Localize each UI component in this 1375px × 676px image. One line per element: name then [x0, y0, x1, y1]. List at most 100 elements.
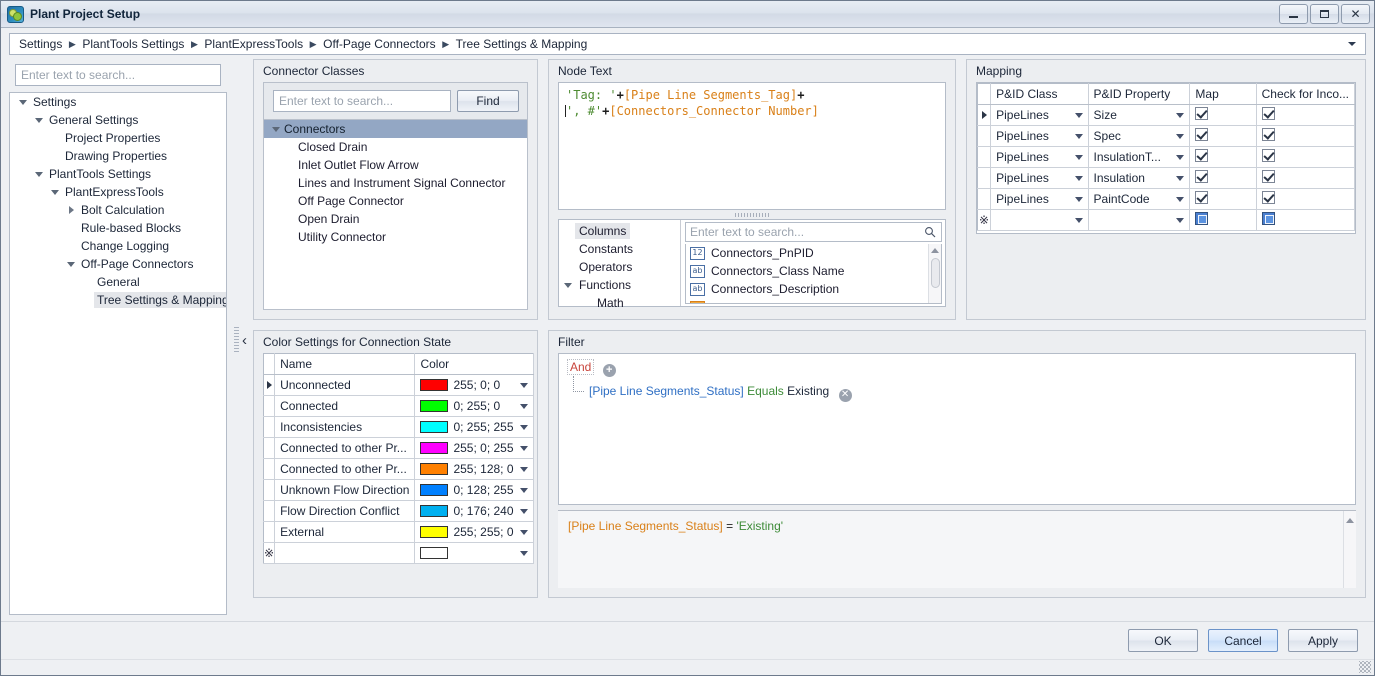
close-button[interactable]: ✕	[1341, 4, 1370, 24]
chevron-down-icon[interactable]	[1176, 133, 1185, 139]
breadcrumb-dropdown-button[interactable]	[1343, 34, 1361, 54]
connector-classes-list[interactable]: Connectors Closed Drain Inlet Outlet Flo…	[264, 119, 527, 309]
add-condition-icon[interactable]: +	[602, 364, 616, 377]
table-row[interactable]: Unknown Flow Direction 0; 128; 255	[263, 479, 534, 501]
chevron-right-icon[interactable]	[68, 206, 74, 214]
mapping-row-selector[interactable]	[977, 167, 992, 189]
mapping-cell-check[interactable]	[1256, 146, 1355, 168]
expression-field-item-partial[interactable]	[686, 298, 941, 303]
chevron-down-icon[interactable]	[1074, 175, 1083, 181]
scrollbar-thumb[interactable]	[930, 258, 940, 288]
mapping-cell-check[interactable]	[1256, 167, 1355, 189]
color-row-selector[interactable]	[263, 374, 276, 396]
color-row-selector[interactable]	[263, 458, 276, 480]
tree-twisty[interactable]	[48, 189, 62, 195]
sidebar-item-rule-based-blocks[interactable]: Rule-based Blocks	[10, 219, 226, 237]
sidebar-item-planttools-settings[interactable]: PlantTools Settings	[10, 165, 226, 183]
mapping-cell-map[interactable]	[1189, 104, 1257, 126]
chevron-down-icon[interactable]	[1176, 217, 1185, 223]
chevron-down-icon[interactable]	[1176, 154, 1185, 160]
color-cell-color[interactable]: 255; 0; 255	[414, 437, 534, 459]
check-inconsistency-checkbox[interactable]	[1261, 191, 1275, 204]
mapping-col-map[interactable]: Map	[1189, 83, 1257, 105]
check-inconsistency-checkbox[interactable]	[1261, 170, 1275, 183]
chevron-down-icon[interactable]	[519, 550, 528, 556]
sidebar-item-plantexpresstools[interactable]: PlantExpressTools	[10, 183, 226, 201]
mapping-cell-pid-class[interactable]: PipeLines	[990, 125, 1089, 147]
table-row[interactable]: PipeLines InsulationT...	[977, 146, 1355, 168]
scroll-up-icon[interactable]	[1346, 518, 1354, 523]
color-row-selector[interactable]	[263, 521, 276, 543]
field-search-input[interactable]: Enter text to search...	[685, 222, 942, 242]
color-row-selector[interactable]	[263, 437, 276, 459]
collapse-pane-icon[interactable]: ‹	[242, 332, 247, 349]
map-checkbox-new[interactable]	[1195, 212, 1209, 225]
chevron-down-icon[interactable]	[1074, 112, 1083, 118]
color-cell-color[interactable]: 255; 255; 0	[414, 521, 534, 543]
connector-class-item[interactable]: Inlet Outlet Flow Arrow	[264, 156, 527, 174]
tree-twisty[interactable]	[32, 117, 46, 123]
table-row[interactable]: Unconnected 255; 0; 0	[263, 374, 534, 396]
color-new-row[interactable]: ※	[263, 542, 534, 564]
mapping-cell-map[interactable]	[1189, 125, 1257, 147]
chevron-down-icon[interactable]	[1074, 154, 1083, 160]
mapping-row-selector[interactable]	[977, 188, 992, 210]
color-cell-color[interactable]: 255; 0; 0	[414, 374, 534, 396]
check-inconsistency-checkbox-new[interactable]	[1261, 212, 1275, 225]
table-row[interactable]: PipeLines Size	[977, 104, 1355, 126]
color-cell-name[interactable]: Unconnected	[274, 374, 416, 396]
mapping-cell-pid-class[interactable]: PipeLines	[990, 167, 1089, 189]
find-button[interactable]: Find	[457, 90, 519, 112]
chevron-down-icon[interactable]	[519, 487, 528, 493]
check-inconsistency-checkbox[interactable]	[1261, 107, 1275, 120]
expression-field-item[interactable]: 12 Connectors_PnPID	[686, 244, 941, 262]
sidebar-item-bolt-calculation[interactable]: Bolt Calculation	[10, 201, 226, 219]
map-checkbox[interactable]	[1195, 107, 1209, 120]
mapping-new-row[interactable]: ※	[977, 209, 1355, 231]
breadcrumb-item-plantexpresstools[interactable]: PlantExpressTools	[201, 37, 306, 51]
sidebar-item-settings[interactable]: Settings	[10, 93, 226, 111]
remove-condition-icon[interactable]: ✕	[838, 388, 852, 402]
table-row[interactable]: Inconsistencies 0; 255; 255	[263, 416, 534, 438]
breadcrumb-item-off-page-connectors[interactable]: Off-Page Connectors	[320, 37, 439, 51]
color-cell-name[interactable]: Flow Direction Conflict	[274, 500, 416, 522]
mapping-row-selector[interactable]	[977, 104, 992, 126]
chevron-down-icon[interactable]	[67, 261, 75, 267]
mapping-cell-map[interactable]	[1189, 146, 1257, 168]
tree-twisty[interactable]	[64, 261, 78, 267]
mapping-cell-pid-class[interactable]: PipeLines	[990, 188, 1089, 210]
connector-class-item[interactable]: Closed Drain	[264, 138, 527, 156]
expression-category-math[interactable]: Math	[559, 294, 680, 312]
cancel-button[interactable]: Cancel	[1208, 629, 1278, 652]
expression-category-tree[interactable]: Columns Constants Operators Functions Ma…	[559, 220, 681, 310]
tree-twisty[interactable]	[561, 282, 575, 288]
chevron-down-icon[interactable]	[1074, 196, 1083, 202]
connector-class-item[interactable]: Utility Connector	[264, 228, 527, 246]
color-new-color[interactable]	[414, 542, 534, 564]
chevron-down-icon[interactable]	[19, 99, 27, 105]
sidebar-item-project-properties[interactable]: Project Properties	[10, 129, 226, 147]
color-cell-color[interactable]: 0; 255; 0	[414, 395, 534, 417]
color-cell-name[interactable]: Connected to other Pr...	[274, 437, 416, 459]
tree-twisty[interactable]	[32, 171, 46, 177]
sidebar-item-general-settings[interactable]: General Settings	[10, 111, 226, 129]
settings-search-input[interactable]: Enter text to search...	[15, 64, 221, 86]
chevron-down-icon[interactable]	[1074, 133, 1083, 139]
expression-field-list[interactable]: 12 Connectors_PnPID ab Connectors_Class …	[685, 244, 942, 304]
field-list-scrollbar[interactable]	[928, 244, 941, 303]
color-cell-color[interactable]: 0; 128; 255	[414, 479, 534, 501]
chevron-down-icon[interactable]	[519, 529, 528, 535]
apply-button[interactable]: Apply	[1288, 629, 1358, 652]
map-checkbox[interactable]	[1195, 149, 1209, 162]
map-checkbox[interactable]	[1195, 128, 1209, 141]
chevron-down-icon[interactable]	[1074, 217, 1083, 223]
mapping-col-pid-property[interactable]: P&ID Property	[1088, 83, 1191, 105]
expression-field-item[interactable]: ab Connectors_Description	[686, 280, 941, 298]
breadcrumb-item-settings[interactable]: Settings	[16, 37, 65, 51]
color-new-name[interactable]	[274, 542, 416, 564]
sidebar-item-general[interactable]: General	[10, 273, 226, 291]
resize-grip-icon[interactable]	[1359, 661, 1371, 673]
mapping-new-pid-class[interactable]	[990, 209, 1089, 231]
color-cell-name[interactable]: External	[274, 521, 416, 543]
table-row[interactable]: PipeLines Spec	[977, 125, 1355, 147]
